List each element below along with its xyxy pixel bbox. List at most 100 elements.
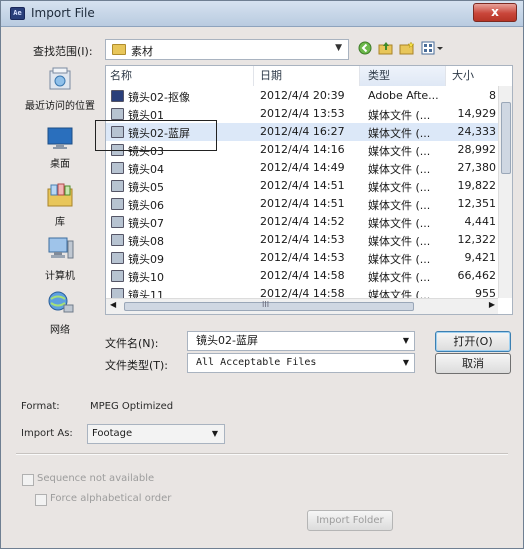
video-file-icon xyxy=(111,198,124,210)
video-file-icon xyxy=(111,252,124,264)
file-size: 14,929 xyxy=(457,107,497,120)
file-size: 8 xyxy=(489,89,496,102)
look-in-dropdown[interactable]: 素材 ▼ xyxy=(105,39,349,60)
place-label: 桌面 xyxy=(50,159,70,170)
place-label: 最近访问的位置 xyxy=(25,101,95,112)
import-as-label: Import As: xyxy=(21,428,73,439)
column-header-name[interactable]: 名称 xyxy=(106,66,254,86)
vertical-scrollbar[interactable] xyxy=(498,86,512,298)
cancel-button[interactable]: 取消 xyxy=(435,353,511,374)
file-row[interactable]: 镜头05 2012/4/4 14:51 媒体文件 (... 19,822 xyxy=(106,177,498,195)
file-type: 媒体文件 (... xyxy=(368,109,431,122)
file-date: 2012/4/4 14:16 xyxy=(260,143,345,156)
close-button[interactable]: x xyxy=(473,3,517,22)
file-date: 2012/4/4 14:51 xyxy=(260,197,345,210)
file-size: 24,333 xyxy=(457,125,497,138)
title-bar: Ae Import File x xyxy=(1,1,523,27)
open-button[interactable]: 打开(O) xyxy=(435,331,511,352)
file-size: 4,441 xyxy=(464,215,497,228)
network-icon xyxy=(48,291,74,313)
file-type: 媒体文件 (... xyxy=(368,235,431,248)
file-row[interactable]: 镜头04 2012/4/4 14:49 媒体文件 (... 27,380 xyxy=(106,159,498,177)
file-type: 媒体文件 (... xyxy=(368,163,431,176)
file-size: 28,992 xyxy=(457,143,497,156)
force-alphabetical-checkbox[interactable] xyxy=(35,494,47,506)
file-type: 媒体文件 (... xyxy=(368,253,431,266)
place-computer[interactable]: 计算机 xyxy=(18,235,102,282)
place-recent[interactable]: 最近访问的位置 xyxy=(18,65,102,112)
file-name: 镜头05 xyxy=(128,181,164,194)
computer-icon xyxy=(48,237,74,259)
file-name: 镜头01 xyxy=(128,109,164,122)
file-type: 媒体文件 (... xyxy=(368,181,431,194)
format-value: MPEG Optimized xyxy=(90,401,174,412)
up-folder-icon[interactable] xyxy=(378,41,394,57)
file-date: 2012/4/4 14:53 xyxy=(260,251,345,264)
file-row[interactable]: 镜头07 2012/4/4 14:52 媒体文件 (... 4,441 xyxy=(106,213,498,231)
import-as-dropdown[interactable]: Footage ▼ xyxy=(87,424,225,444)
file-row[interactable]: 镜头02-蓝屏 2012/4/4 16:27 媒体文件 (... 24,333 xyxy=(106,123,498,141)
chevron-down-icon: ▼ xyxy=(335,43,342,53)
sequence-checkbox[interactable] xyxy=(22,474,34,486)
folder-icon xyxy=(112,44,126,55)
video-file-icon xyxy=(111,234,124,246)
file-type: 媒体文件 (... xyxy=(368,217,431,230)
chevron-down-icon: ▼ xyxy=(402,336,409,345)
back-icon[interactable] xyxy=(357,41,373,57)
section-divider xyxy=(16,453,508,455)
file-row[interactable]: 镜头06 2012/4/4 14:51 媒体文件 (... 12,351 xyxy=(106,195,498,213)
column-header-date[interactable]: 日期 xyxy=(254,66,360,86)
desktop-icon xyxy=(47,127,73,149)
column-header-type[interactable]: 类型 xyxy=(360,66,446,86)
file-name: 镜头02-蓝屏 xyxy=(128,127,190,140)
view-menu-icon[interactable] xyxy=(420,41,446,57)
column-header-size[interactable]: 大小 xyxy=(446,66,500,86)
sequence-label: Sequence not available xyxy=(37,473,155,484)
new-folder-icon[interactable] xyxy=(399,41,415,57)
file-date: 2012/4/4 14:49 xyxy=(260,161,345,174)
file-type: 媒体文件 (... xyxy=(368,127,431,140)
file-list[interactable]: 名称 日期 类型 大小 镜头02-抠像 2012/4/4 20:39 Adobe A… xyxy=(105,65,513,315)
place-desktop[interactable]: 桌面 xyxy=(18,125,102,170)
video-file-icon xyxy=(111,126,124,138)
horizontal-scrollbar[interactable]: ◀ III ▶ xyxy=(106,298,498,314)
file-date: 2012/4/4 14:53 xyxy=(260,233,345,246)
chevron-down-icon: ▼ xyxy=(211,429,218,438)
file-row[interactable]: 镜头08 2012/4/4 14:53 媒体文件 (... 12,322 xyxy=(106,231,498,249)
place-label: 计算机 xyxy=(45,271,75,282)
libraries-icon xyxy=(47,183,73,207)
scroll-left-icon[interactable]: ◀ xyxy=(110,300,116,309)
filename-input[interactable]: 镜头02-蓝屏 ▼ xyxy=(187,331,415,351)
file-size: 9,421 xyxy=(464,251,497,264)
video-file-icon xyxy=(111,270,124,282)
file-size: 66,462 xyxy=(457,269,497,282)
scroll-thumb[interactable] xyxy=(501,102,511,174)
file-type: 媒体文件 (... xyxy=(368,271,431,284)
after-effects-app-icon: Ae xyxy=(10,7,25,20)
chevron-down-icon: ▼ xyxy=(402,358,409,367)
file-row[interactable]: 镜头10 2012/4/4 14:58 媒体文件 (... 66,462 xyxy=(106,267,498,285)
filetype-value: All Acceptable Files xyxy=(196,357,317,368)
video-file-icon xyxy=(111,180,124,192)
file-type: 媒体文件 (... xyxy=(368,199,431,212)
file-row[interactable]: 镜头03 2012/4/4 14:16 媒体文件 (... 28,992 xyxy=(106,141,498,159)
video-file-icon xyxy=(111,216,124,228)
window-title: Import File xyxy=(31,6,95,20)
place-libraries[interactable]: 库 xyxy=(18,181,102,228)
file-name: 镜头07 xyxy=(128,217,164,230)
place-network[interactable]: 网络 xyxy=(18,289,102,336)
file-name: 镜头04 xyxy=(128,163,164,176)
scroll-right-icon[interactable]: ▶ xyxy=(489,300,495,309)
file-row[interactable]: 镜头01 2012/4/4 13:53 媒体文件 (... 14,929 xyxy=(106,105,498,123)
file-date: 2012/4/4 14:51 xyxy=(260,179,345,192)
file-row[interactable]: 镜头02-抠像 2012/4/4 20:39 Adobe Afte... 8 xyxy=(106,87,498,105)
file-row[interactable]: 镜头09 2012/4/4 14:53 媒体文件 (... 9,421 xyxy=(106,249,498,267)
aep-file-icon xyxy=(111,90,124,102)
file-date: 2012/4/4 14:58 xyxy=(260,269,345,282)
filetype-dropdown[interactable]: All Acceptable Files ▼ xyxy=(187,353,415,373)
import-folder-button[interactable]: Import Folder xyxy=(307,510,393,531)
place-label: 库 xyxy=(55,217,65,228)
place-label: 网络 xyxy=(50,325,70,336)
file-type: Adobe Afte... xyxy=(368,89,439,102)
filetype-label: 文件类型(T): xyxy=(105,359,169,372)
